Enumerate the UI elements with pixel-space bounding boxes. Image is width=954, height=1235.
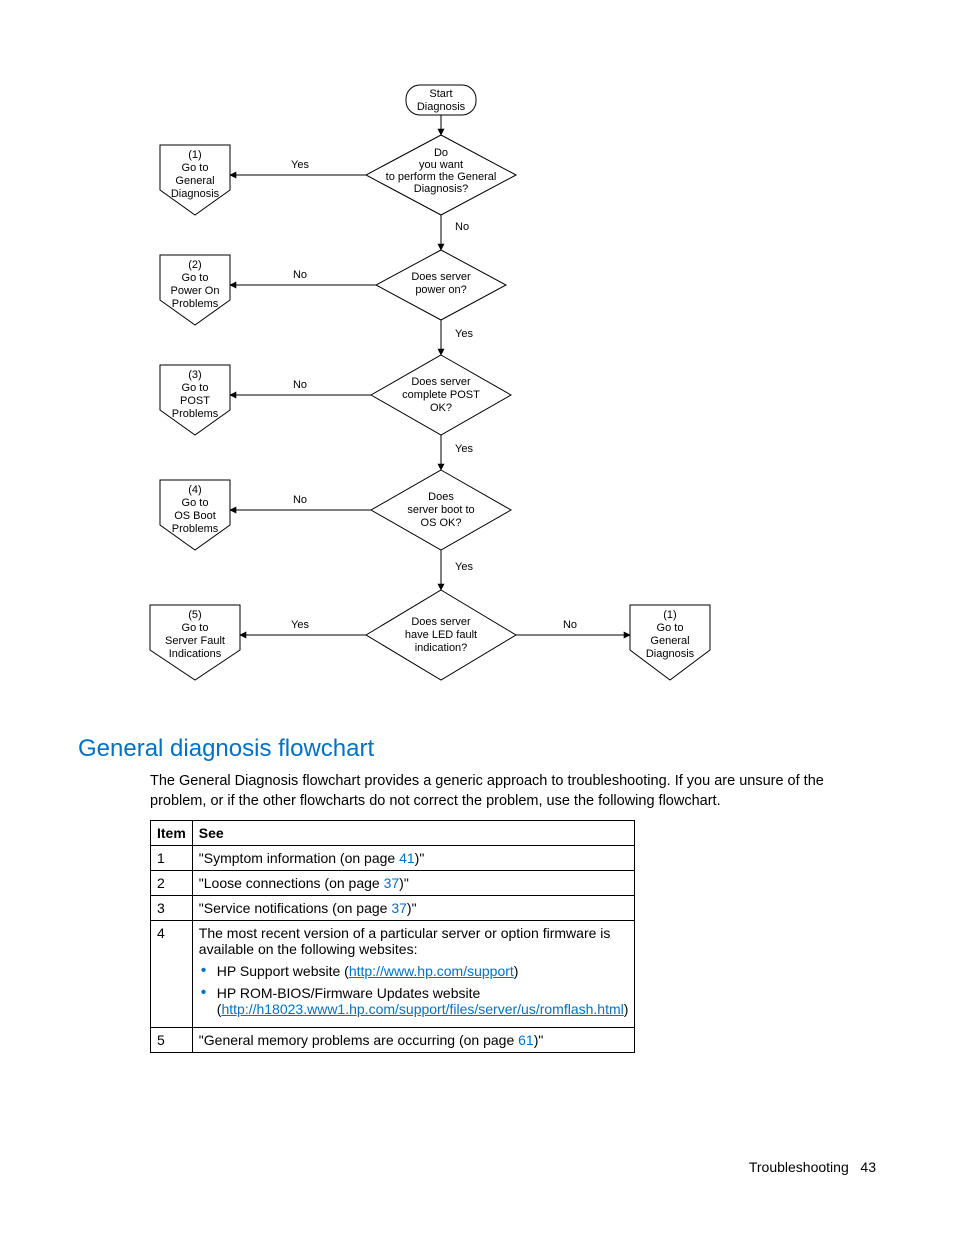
cell-see: "Symptom information (on page 41)" (192, 846, 635, 871)
o4-n: (4) (188, 484, 201, 496)
table-header-row: Item See (151, 821, 635, 846)
start-text-2: Diagnosis (417, 101, 466, 113)
bullet-list: HP Support website (http://www.hp.com/su… (199, 963, 629, 1017)
text: "General memory problems are occurring (… (199, 1032, 518, 1048)
d3-l3: OK? (430, 402, 452, 414)
text: "Service notifications (on page (199, 900, 392, 916)
text: ) (514, 963, 519, 979)
d5-l3: indication? (415, 642, 468, 654)
table-row: 2 "Loose connections (on page 37)" (151, 871, 635, 896)
table-row: 3 "Service notifications (on page 37)" (151, 896, 635, 921)
d3-l2: complete POST (402, 389, 480, 401)
d1-l2: you want (419, 159, 463, 171)
reference-table: Item See 1 "Symptom information (on page… (150, 820, 635, 1053)
o5-l3: Indications (169, 648, 222, 660)
o1-l3: Diagnosis (171, 188, 220, 200)
table-header-see: See (192, 821, 635, 846)
d4-l1: Does (428, 491, 454, 503)
cell-item: 5 (151, 1028, 193, 1053)
d5-l1: Does server (411, 616, 471, 628)
page-footer: Troubleshooting 43 (749, 1159, 876, 1175)
o6-l2: General (650, 635, 689, 647)
text: The most recent version of a particular … (199, 925, 611, 957)
label-no: No (455, 221, 469, 233)
cell-item: 1 (151, 846, 193, 871)
section-heading: General diagnosis flowchart (78, 735, 374, 763)
d2-l1: Does server (411, 271, 471, 283)
label-no: No (563, 619, 577, 631)
text: "Symptom information (on page (199, 850, 399, 866)
cell-see: The most recent version of a particular … (192, 921, 635, 1028)
label-no: No (293, 379, 307, 391)
cell-see: "Loose connections (on page 37)" (192, 871, 635, 896)
cell-see: "Service notifications (on page 37)" (192, 896, 635, 921)
label-no: No (293, 494, 307, 506)
text: )" (407, 900, 417, 916)
d1-l1: Do (434, 147, 448, 159)
list-item: HP ROM-BIOS/Firmware Updates website (ht… (199, 985, 629, 1017)
text: "Loose connections (on page (199, 875, 384, 891)
page-container: Start Diagnosis Do you want to perform t… (0, 0, 954, 1235)
hyperlink[interactable]: http://h18023.www1.hp.com/support/files/… (221, 1001, 623, 1017)
table-header-item: Item (151, 821, 193, 846)
text: )" (534, 1032, 544, 1048)
text: HP Support website ( (217, 963, 349, 979)
d1-l3: to perform the General (386, 171, 497, 183)
d2-l2: power on? (415, 284, 466, 296)
intro-paragraph: The General Diagnosis flowchart provides… (150, 772, 880, 811)
text: ) (624, 1001, 629, 1017)
table-row: 1 "Symptom information (on page 41)" (151, 846, 635, 871)
o6-l3: Diagnosis (646, 648, 695, 660)
o3-n: (3) (188, 369, 201, 381)
d4-l2: server boot to (407, 504, 474, 516)
d1-l4: Diagnosis? (414, 183, 468, 195)
page-link[interactable]: 41 (399, 850, 415, 866)
label-yes: Yes (291, 619, 309, 631)
o3-l2: POST (180, 395, 210, 407)
o1-n: (1) (188, 149, 201, 161)
table-row: 4 The most recent version of a particula… (151, 921, 635, 1028)
start-text-1: Start (429, 88, 452, 100)
o2-l3: Problems (172, 298, 219, 310)
label-yes: Yes (455, 561, 473, 573)
o4-l2: OS Boot (174, 510, 216, 522)
o4-l1: Go to (182, 497, 209, 509)
o3-l3: Problems (172, 408, 219, 420)
cell-item: 3 (151, 896, 193, 921)
o1-l2: General (175, 175, 214, 187)
list-item: HP Support website (http://www.hp.com/su… (199, 963, 629, 979)
flowchart-diagram: Start Diagnosis Do you want to perform t… (120, 80, 760, 710)
page-link[interactable]: 37 (384, 875, 400, 891)
label-yes: Yes (291, 159, 309, 171)
o3-l1: Go to (182, 382, 209, 394)
footer-page-number: 43 (860, 1159, 876, 1175)
d5-l2: have LED fault (405, 629, 477, 641)
cell-see: "General memory problems are occurring (… (192, 1028, 635, 1053)
o6-n: (1) (663, 609, 676, 621)
o2-l2: Power On (171, 285, 220, 297)
o5-n: (5) (188, 609, 201, 621)
page-link[interactable]: 61 (518, 1032, 534, 1048)
o5-l2: Server Fault (165, 635, 225, 647)
label-yes: Yes (455, 328, 473, 340)
table-row: 5 "General memory problems are occurring… (151, 1028, 635, 1053)
text: )" (415, 850, 425, 866)
cell-item: 4 (151, 921, 193, 1028)
o2-n: (2) (188, 259, 201, 271)
d3-l1: Does server (411, 376, 471, 388)
o1-l1: Go to (182, 162, 209, 174)
text: )" (399, 875, 409, 891)
page-link[interactable]: 37 (391, 900, 407, 916)
label-yes: Yes (455, 443, 473, 455)
hyperlink[interactable]: http://www.hp.com/support (349, 963, 514, 979)
o2-l1: Go to (182, 272, 209, 284)
d4-l3: OS OK? (421, 517, 462, 529)
o4-l3: Problems (172, 523, 219, 535)
label-no: No (293, 269, 307, 281)
o5-l1: Go to (182, 622, 209, 634)
cell-item: 2 (151, 871, 193, 896)
o6-l1: Go to (657, 622, 684, 634)
footer-section: Troubleshooting (749, 1159, 849, 1175)
